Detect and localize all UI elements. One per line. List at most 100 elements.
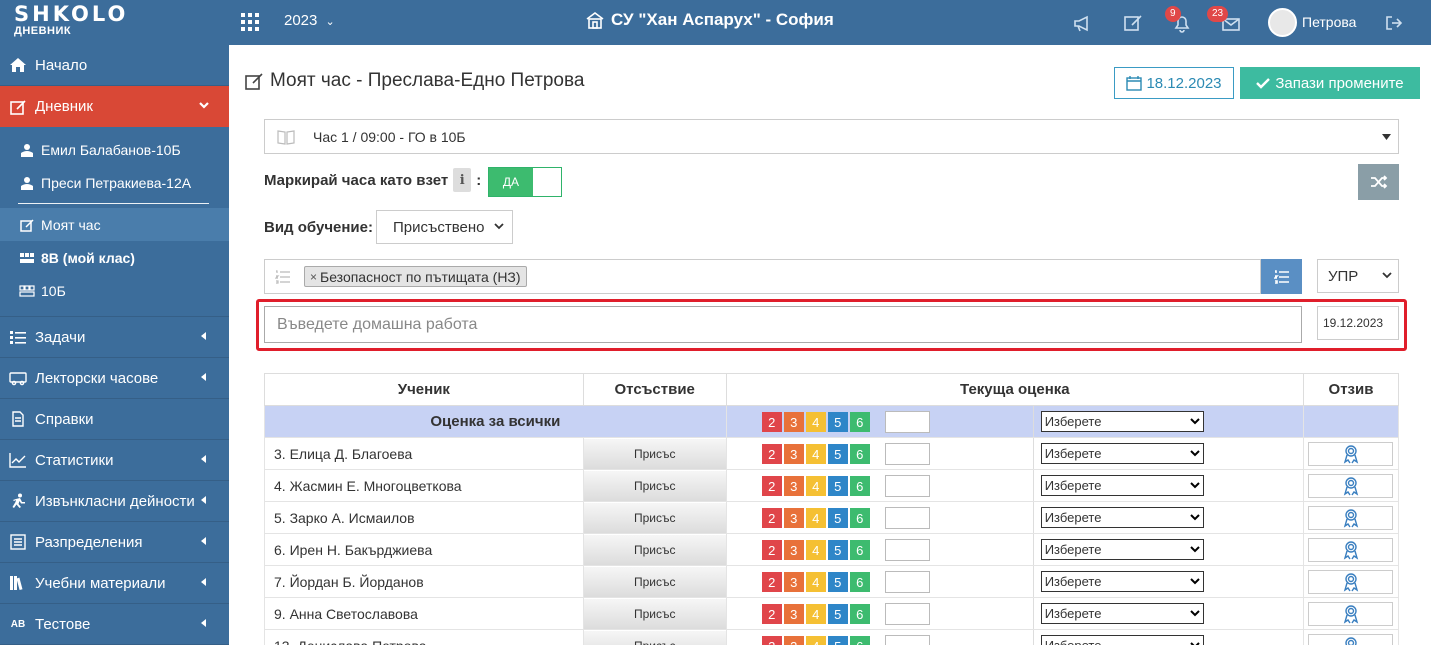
homework-input[interactable]: Въведете домашна работа	[264, 306, 1302, 343]
sidebar-item-tests[interactable]: AB Тестове	[0, 604, 229, 645]
topic-list-button[interactable]	[1261, 259, 1302, 294]
review-button[interactable]	[1308, 537, 1394, 562]
grade-6-button[interactable]: 6	[849, 508, 870, 528]
sidebar-sub-teacher-2[interactable]: Преси Петракиева-12А	[0, 166, 229, 199]
grade-6-button[interactable]: 6	[849, 572, 870, 592]
grade-4-button[interactable]: 4	[805, 636, 826, 645]
info-icon[interactable]: i	[453, 168, 472, 192]
grade-3-button[interactable]: 3	[783, 476, 804, 496]
grade-3-button[interactable]: 3	[783, 444, 804, 464]
grade-2-button[interactable]: 2	[761, 636, 782, 645]
grade-input[interactable]	[884, 475, 930, 497]
sidebar-sub-class-10b[interactable]: 10Б	[0, 274, 229, 307]
sidebar-item-reports[interactable]: Справки	[0, 399, 229, 440]
grade-type-select[interactable]: Изберете	[1040, 539, 1204, 560]
grade-type-select[interactable]: Изберете	[1040, 475, 1204, 496]
grade-2-button[interactable]: 2	[761, 604, 782, 624]
grade-3-button[interactable]: 3	[783, 412, 804, 432]
sidebar-item-extracurricular[interactable]: Извънкласни дейности	[0, 481, 229, 522]
grade-3-button[interactable]: 3	[783, 508, 804, 528]
training-type-select[interactable]: Присъствено	[376, 210, 513, 244]
grade-input[interactable]	[884, 443, 930, 465]
review-button[interactable]	[1308, 473, 1394, 498]
review-button[interactable]	[1308, 569, 1394, 594]
absence-button[interactable]: Присъс	[583, 598, 726, 629]
grade-input[interactable]	[884, 571, 930, 593]
grade-5-button[interactable]: 5	[827, 636, 848, 645]
sidebar-item-lecturer-hours[interactable]: Лекторски часове	[0, 358, 229, 399]
grade-type-select[interactable]: Изберете	[1040, 443, 1204, 464]
grade-2-button[interactable]: 2	[761, 508, 782, 528]
grade-3-button[interactable]: 3	[783, 540, 804, 560]
review-button[interactable]	[1308, 441, 1394, 466]
sidebar-sub-my-lesson[interactable]: Моят час	[0, 208, 229, 241]
homework-date-input[interactable]: 19.12.2023	[1317, 306, 1399, 340]
grade-5-button[interactable]: 5	[827, 604, 848, 624]
absence-button[interactable]: Присъс	[583, 630, 726, 645]
review-button[interactable]	[1308, 505, 1394, 530]
absence-button[interactable]: Присъс	[583, 566, 726, 597]
grade-6-button[interactable]: 6	[849, 412, 870, 432]
grade-6-button[interactable]: 6	[849, 444, 870, 464]
review-button[interactable]	[1308, 601, 1394, 626]
edit-icon[interactable]	[1122, 12, 1144, 34]
grade-type-select[interactable]: Изберете	[1040, 603, 1204, 624]
grade-3-button[interactable]: 3	[783, 604, 804, 624]
grade-type-select[interactable]: Изберете	[1040, 635, 1204, 645]
topic-input[interactable]: × Безопасност по пътищата (НЗ)	[264, 259, 1261, 294]
grade-3-button[interactable]: 3	[783, 636, 804, 645]
grade-5-button[interactable]: 5	[827, 476, 848, 496]
sidebar-item-home[interactable]: Начало	[0, 45, 229, 86]
grade-6-button[interactable]: 6	[849, 604, 870, 624]
grade-4-button[interactable]: 4	[805, 412, 826, 432]
sidebar-item-materials[interactable]: Учебни материали	[0, 563, 229, 604]
lesson-select[interactable]: Час 1 / 09:00 - ГО в 10Б	[264, 119, 1399, 154]
grade-2-button[interactable]: 2	[761, 572, 782, 592]
sidebar-sub-my-class[interactable]: 8В (мой клас)	[0, 241, 229, 274]
grade-2-button[interactable]: 2	[761, 412, 782, 432]
absence-button[interactable]: Присъс	[583, 438, 726, 469]
grade-4-button[interactable]: 4	[805, 540, 826, 560]
grade-5-button[interactable]: 5	[827, 444, 848, 464]
grade-6-button[interactable]: 6	[849, 636, 870, 645]
grade-2-button[interactable]: 2	[761, 444, 782, 464]
grade-type-select[interactable]: Изберете	[1040, 411, 1204, 432]
grade-type-select[interactable]: Изберете	[1040, 507, 1204, 528]
topic-tag[interactable]: × Безопасност по пътищата (НЗ)	[304, 266, 527, 287]
shuffle-button[interactable]	[1358, 164, 1399, 200]
save-button[interactable]: Запази промените	[1240, 67, 1420, 99]
date-button[interactable]: 18.12.2023	[1114, 67, 1234, 99]
grade-input[interactable]	[884, 507, 930, 529]
sidebar-item-statistics[interactable]: Статистики	[0, 440, 229, 481]
mark-taken-toggle[interactable]: ДА	[488, 167, 562, 197]
grade-type-select[interactable]: Изберете	[1040, 571, 1204, 592]
absence-button[interactable]: Присъс	[583, 470, 726, 501]
absence-button[interactable]: Присъс	[583, 534, 726, 565]
avatar[interactable]	[1268, 8, 1297, 37]
year-select[interactable]: 2023 ⌄	[284, 12, 335, 29]
absence-button[interactable]: Присъс	[583, 502, 726, 533]
grade-4-button[interactable]: 4	[805, 476, 826, 496]
megaphone-icon[interactable]	[1072, 12, 1094, 34]
grade-4-button[interactable]: 4	[805, 444, 826, 464]
grade-4-button[interactable]: 4	[805, 508, 826, 528]
logout-icon[interactable]	[1383, 12, 1405, 34]
grade-2-button[interactable]: 2	[761, 540, 782, 560]
grade-input[interactable]	[884, 411, 930, 433]
sidebar-item-diary[interactable]: Дневник	[0, 86, 229, 127]
grade-5-button[interactable]: 5	[827, 508, 848, 528]
upr-select[interactable]: УПР	[1317, 259, 1399, 293]
grade-5-button[interactable]: 5	[827, 540, 848, 560]
review-button[interactable]	[1308, 633, 1394, 645]
grade-4-button[interactable]: 4	[805, 604, 826, 624]
logo[interactable]: SHKOLO ДНЕВНИК	[14, 4, 204, 40]
sidebar-sub-teacher-1[interactable]: Емил Балабанов-10Б	[0, 133, 229, 166]
grade-5-button[interactable]: 5	[827, 412, 848, 432]
grade-2-button[interactable]: 2	[761, 476, 782, 496]
sidebar-item-distributions[interactable]: Разпределения	[0, 522, 229, 563]
grade-6-button[interactable]: 6	[849, 540, 870, 560]
grade-input[interactable]	[884, 539, 930, 561]
remove-tag-icon[interactable]: ×	[310, 270, 317, 284]
grade-input[interactable]	[884, 603, 930, 625]
apps-grid-icon[interactable]	[240, 12, 260, 32]
